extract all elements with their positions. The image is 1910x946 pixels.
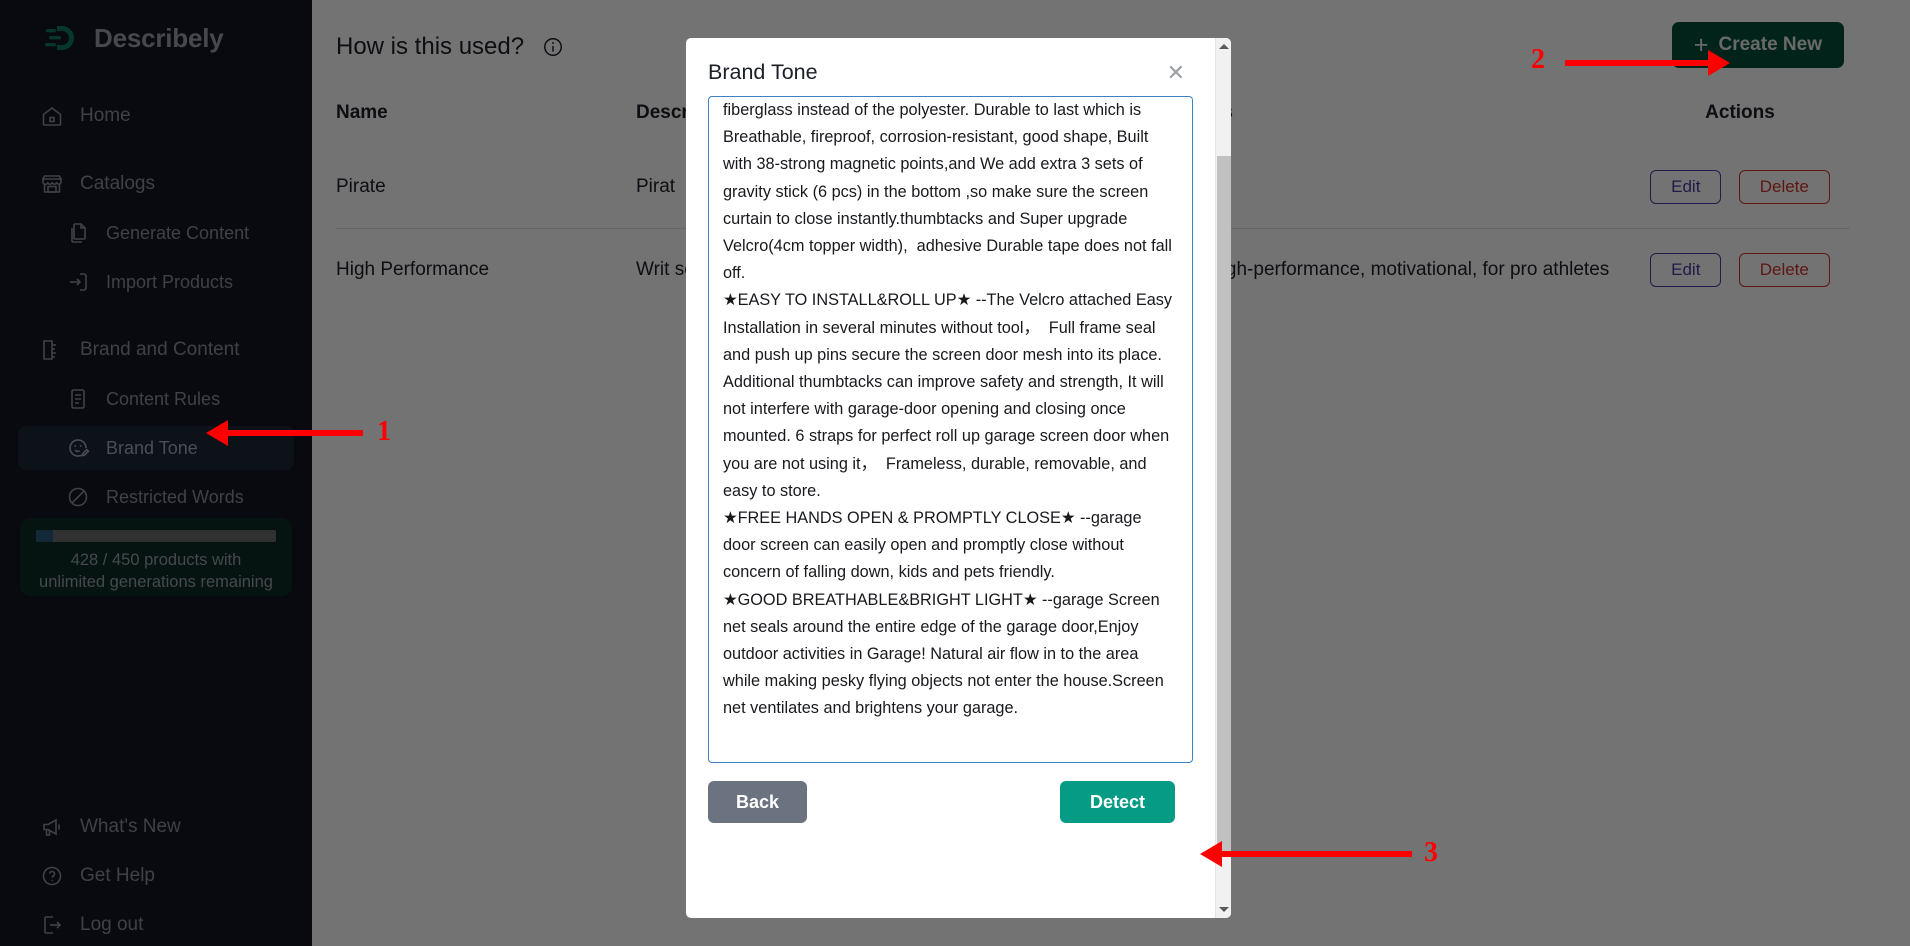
scrollbar-thumb[interactable] [1217, 156, 1231, 856]
brand-tone-textarea-value: fiberglass instead of the polyester. Dur… [723, 101, 1173, 718]
scroll-up-icon[interactable] [1216, 38, 1231, 55]
back-button[interactable]: Back [708, 781, 808, 823]
annotation-2-arrowhead [1708, 50, 1730, 76]
scroll-down-icon[interactable] [1216, 901, 1231, 918]
annotation-2-number: 2 [1531, 44, 1545, 75]
modal-scroll-content: Brand Tone ✕ fiberglass instead of the p… [686, 38, 1215, 918]
annotation-3-number: 3 [1424, 837, 1438, 868]
close-icon[interactable]: ✕ [1163, 60, 1189, 86]
annotation-1-line [228, 430, 363, 436]
annotation-2-line [1565, 60, 1710, 66]
annotation-3-arrowhead [1200, 841, 1222, 867]
modal-header: Brand Tone ✕ [686, 38, 1215, 96]
brand-tone-modal: Brand Tone ✕ fiberglass instead of the p… [686, 38, 1231, 918]
detect-button[interactable]: Detect [1059, 781, 1175, 823]
modal-footer: Back Detect [686, 763, 1199, 859]
annotation-1-number: 1 [377, 416, 391, 447]
annotation-1-arrowhead [206, 420, 228, 446]
brand-tone-textarea[interactable]: fiberglass instead of the polyester. Dur… [708, 96, 1193, 763]
annotation-3-line [1222, 851, 1412, 857]
modal-scrollbar[interactable] [1215, 38, 1231, 918]
modal-body: Brand Tone ✕ fiberglass instead of the p… [686, 38, 1231, 918]
modal-title: Brand Tone [708, 60, 818, 84]
